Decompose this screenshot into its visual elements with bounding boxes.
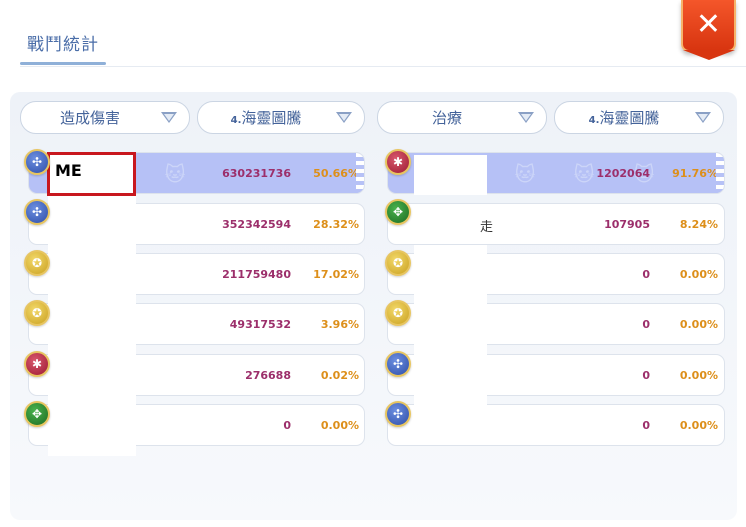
gold-class-icon: ✪ [385,300,411,326]
left-item-prefix: 4. [230,115,242,126]
blue-class-icon: ✣ [24,149,50,175]
heal-percent: 0.00% [679,318,718,331]
left-item-label: 海靈圖騰 [241,109,302,127]
green-class-icon: ✥ [24,401,50,427]
me-label-box: ME [47,152,136,196]
chevron-down-icon [695,112,711,123]
chevron-down-icon [161,112,177,123]
heal-percent: 8.24% [679,218,718,231]
heal-percent: 0.00% [679,268,718,281]
damage-value: 352342594 [222,218,291,231]
heal-value: 0 [642,419,650,432]
name-redaction-left [48,196,136,456]
player-name-fragment: 走 [480,220,494,235]
heal-value: 0 [642,369,650,382]
header-divider [20,66,746,67]
damage-percent: 0.02% [320,369,359,382]
gold-class-icon: ✪ [24,300,50,326]
chevron-down-icon [518,112,534,123]
gold-class-icon: ✪ [385,250,411,276]
chevron-down-icon [336,112,352,123]
left-stat-dropdown[interactable]: 造成傷害 [20,101,190,134]
stats-title: 戰鬥統計 [27,35,99,55]
blue-class-icon: ✣ [24,199,50,225]
right-item-label: 海靈圖騰 [599,109,660,127]
name-redaction-right [414,245,487,440]
right-item-dropdown[interactable]: 4.海靈圖騰 [554,101,724,134]
damage-value: 49317532 [229,318,291,331]
damage-percent: 28.32% [313,218,359,231]
blue-class-icon: ✣ [385,351,411,377]
heal-percent: 0.00% [679,419,718,432]
damage-value: 211759480 [222,268,291,281]
blue-class-icon: ✣ [385,401,411,427]
red-class-icon: ✱ [24,351,50,377]
left-item-dropdown[interactable]: 4.海靈圖騰 [197,101,365,134]
heal-value: 0 [642,268,650,281]
right-stat-dropdown[interactable]: 治療 [377,101,547,134]
name-redaction-right-mid [414,204,478,244]
close-icon: ✕ [695,7,722,42]
damage-percent: 3.96% [320,318,359,331]
damage-percent: 17.02% [313,268,359,281]
damage-value: 0 [283,419,291,432]
right-item-prefix: 4. [588,115,600,126]
heal-percent: 91.76% [672,167,718,180]
cat-watermark-icon: 🐱 [164,162,186,186]
heal-value: 0 [642,318,650,331]
heal-value: 107905 [604,218,650,231]
right-stat-label: 治療 [431,109,462,127]
left-stat-label: 造成傷害 [59,109,120,127]
cat-watermark-icon: 🐱 [514,162,536,186]
name-redaction-right-top [414,155,487,195]
heal-value: 1202064 [596,167,650,180]
title-underline [20,62,106,65]
damage-percent: 0.00% [320,419,359,432]
damage-value: 630231736 [222,167,291,180]
damage-value: 276688 [245,369,291,382]
red-class-icon: ✱ [385,149,411,175]
gold-class-icon: ✪ [24,250,50,276]
damage-percent: 50.66% [313,167,359,180]
heal-percent: 0.00% [679,369,718,382]
green-class-icon: ✥ [385,199,411,225]
close-button[interactable]: ✕ [681,0,736,60]
